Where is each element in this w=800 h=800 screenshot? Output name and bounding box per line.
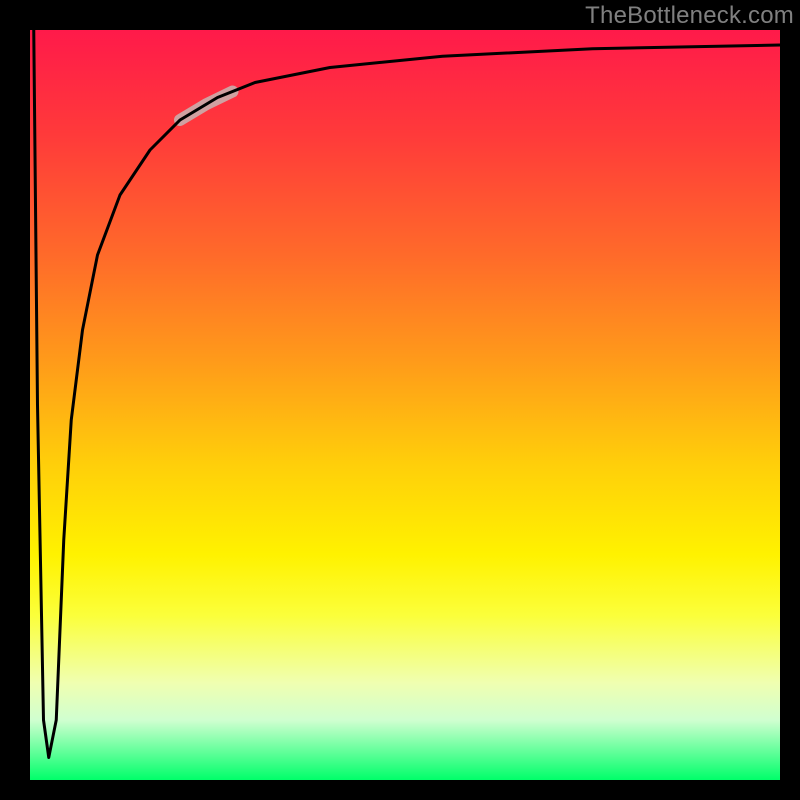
curve-path: [34, 30, 780, 758]
curve-layer: [30, 30, 780, 780]
watermark-text: TheBottleneck.com: [585, 2, 794, 30]
chart-frame: TheBottleneck.com: [0, 0, 800, 800]
plot-area: [30, 30, 780, 780]
